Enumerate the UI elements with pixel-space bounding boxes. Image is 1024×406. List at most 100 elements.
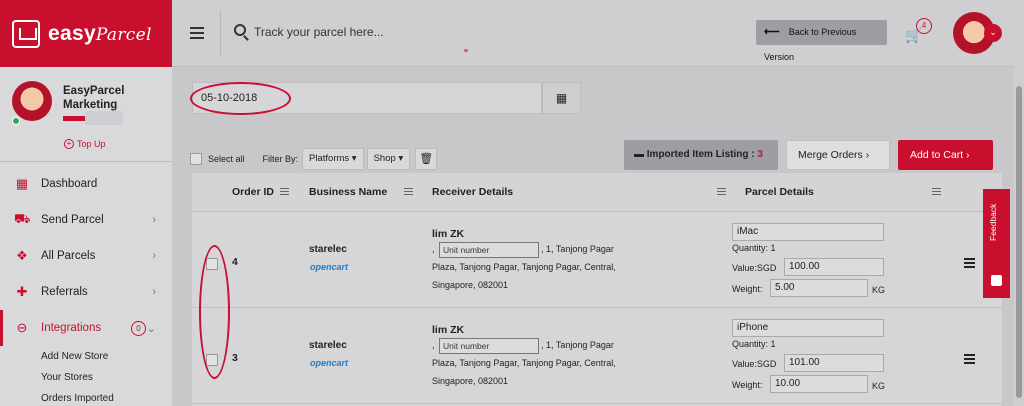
- integrations-count-badge: 0: [131, 320, 146, 336]
- sidebar-subitem-your-stores[interactable]: Your Stores: [0, 367, 172, 388]
- feedback-icon: [991, 275, 1002, 286]
- truck-icon: ⛟: [14, 211, 31, 226]
- sidebar-item-label: All Parcels: [41, 250, 96, 262]
- sidebar-item-dashboard[interactable]: ▦ Dashboard: [0, 166, 172, 202]
- column-header-business-name[interactable]: Business Name: [309, 186, 387, 198]
- divider: [220, 10, 221, 57]
- sidebar-item-referrals[interactable]: ✚ Referrals ›: [0, 274, 172, 310]
- sort-icon[interactable]: [404, 188, 413, 197]
- top-bar: Track your parcel here... ⟵ Back to Previ…: [172, 0, 1024, 67]
- chevron-right-icon: ›: [966, 149, 970, 161]
- value-field[interactable]: 100.00: [784, 258, 884, 276]
- sidebar-item-label: Send Parcel: [41, 214, 104, 226]
- calendar-icon: ▦: [555, 91, 568, 105]
- chevron-right-icon: ›: [152, 214, 156, 226]
- row-menu-icon[interactable]: [964, 258, 975, 270]
- item-name-field[interactable]: iPhone: [732, 319, 884, 337]
- referral-icon: ✚: [16, 284, 28, 299]
- value-label: Value:SGD: [732, 359, 777, 369]
- link-icon: ⊖: [16, 320, 28, 335]
- online-status-icon: [12, 117, 20, 125]
- scrollbar-thumb[interactable]: [1016, 86, 1022, 398]
- calendar-button[interactable]: ▦: [542, 82, 581, 114]
- sidebar-item-label: Dashboard: [41, 178, 98, 190]
- chevron-right-icon: ›: [152, 286, 156, 298]
- opencart-logo: opencart: [310, 358, 349, 368]
- chevron-right-icon: ›: [152, 250, 156, 262]
- sidebar-item-integrations[interactable]: ⊖ Integrations 0 ⌄: [0, 310, 172, 346]
- row-menu-icon[interactable]: [964, 354, 975, 366]
- add-to-cart-label: Add to Cart: [910, 149, 964, 161]
- table-header: Order ID Business Name Receiver Details …: [192, 173, 1002, 212]
- merge-orders-button[interactable]: Merge Orders ›: [786, 140, 890, 170]
- sidebar-item-label: Referrals: [41, 286, 88, 298]
- value-field[interactable]: 101.00: [784, 354, 884, 372]
- receiver-name: lim ZK: [432, 228, 465, 240]
- platforms-dropdown[interactable]: Platforms ▾: [302, 148, 364, 170]
- filter-toolbar: Select all Filter By: Platforms ▾ Shop ▾…: [190, 148, 438, 170]
- chevron-down-icon: ⌄: [146, 322, 156, 335]
- row-checkbox[interactable]: [206, 354, 218, 366]
- search-icon[interactable]: [234, 24, 246, 36]
- opencart-logo: opencart: [310, 262, 349, 272]
- sort-icon[interactable]: [280, 188, 289, 197]
- plus-circle-icon: +: [64, 139, 74, 149]
- cart-count-badge: 4: [916, 18, 932, 34]
- column-header-parcel-details[interactable]: Parcel Details: [745, 186, 814, 198]
- trash-icon[interactable]: 🗑: [415, 148, 438, 170]
- feedback-tab[interactable]: Feedback: [983, 189, 1010, 298]
- receiver-name: lim ZK: [432, 324, 465, 336]
- list-icon: ▬: [634, 149, 644, 160]
- sort-icon[interactable]: [717, 188, 726, 197]
- logo-cube-icon: [12, 19, 40, 48]
- quantity-label: Quantity: 1: [732, 243, 776, 253]
- column-header-order-id[interactable]: Order ID: [232, 186, 274, 198]
- sort-icon[interactable]: [932, 188, 941, 197]
- scrollbar[interactable]: [1014, 38, 1024, 406]
- receiver-address: , Unit number, 1, Tanjong Pagar Plaza, T…: [432, 240, 632, 294]
- logo-bar[interactable]: easyParcel: [0, 0, 172, 67]
- column-header-receiver-details[interactable]: Receiver Details: [432, 186, 513, 198]
- dashboard-icon: ▦: [15, 176, 29, 191]
- order-id: 3: [232, 352, 238, 364]
- feedback-label: Feedback: [988, 203, 998, 241]
- hamburger-menu-icon[interactable]: [190, 27, 204, 42]
- weight-unit: KG: [872, 381, 886, 391]
- weight-field[interactable]: 10.00: [770, 375, 868, 393]
- sidebar-item-all-parcels[interactable]: ❖ All Parcels ›: [0, 238, 172, 274]
- arrow-left-icon: ⟵: [764, 26, 780, 38]
- imported-item-listing-button[interactable]: ▬ Imported Item Listing : 3: [624, 140, 778, 170]
- profile-panel: EasyParcel Marketing + Top Up: [0, 67, 172, 162]
- table-row: 3 starelec opencart lim ZK , Unit number…: [192, 308, 1002, 404]
- unit-number-input[interactable]: Unit number: [439, 337, 540, 354]
- date-filter-field[interactable]: 05-10-2018: [192, 82, 542, 114]
- sidebar-subitem-add-new-store[interactable]: Add New Store: [0, 346, 172, 367]
- quantity-label: Quantity: 1: [732, 339, 776, 349]
- user-dropdown-icon[interactable]: ⌄: [984, 24, 1002, 42]
- track-parcel-input[interactable]: Track your parcel here...: [254, 25, 384, 39]
- shop-dropdown[interactable]: Shop ▾: [366, 148, 411, 170]
- sidebar-subitem-orders-imported[interactable]: Orders Imported: [0, 388, 172, 406]
- receiver-address: , Unit number, 1, Tanjong Pagar Plaza, T…: [432, 336, 632, 390]
- filter-by-label: Filter By:: [262, 154, 299, 164]
- sidebar: easyParcel EasyParcel Marketing + Top Up…: [0, 0, 172, 406]
- sidebar-item-label: Integrations: [41, 322, 102, 334]
- table-row: 4 starelec opencart lim ZK , Unit number…: [192, 212, 1002, 308]
- parcels-icon: ❖: [16, 248, 28, 263]
- unit-number-input[interactable]: Unit number: [439, 241, 540, 258]
- business-name: starelec: [309, 340, 347, 351]
- row-checkbox[interactable]: [206, 258, 218, 270]
- order-id: 4: [232, 256, 238, 268]
- weight-label: Weight:: [732, 284, 763, 294]
- item-name-field[interactable]: iMac: [732, 223, 884, 241]
- select-all-checkbox[interactable]: [190, 153, 202, 165]
- avatar[interactable]: [12, 81, 52, 121]
- back-to-previous-version-button[interactable]: ⟵ Back to Previous Version: [756, 20, 887, 62]
- sidebar-item-send-parcel[interactable]: ⛟ Send Parcel ›: [0, 202, 172, 238]
- weight-label: Weight:: [732, 380, 763, 390]
- weight-field[interactable]: 5.00: [770, 279, 868, 297]
- value-label: Value:SGD: [732, 263, 777, 273]
- brand-logo: easyParcel: [48, 21, 152, 45]
- add-to-cart-button[interactable]: Add to Cart ›: [898, 140, 993, 170]
- topup-link[interactable]: + Top Up: [64, 139, 106, 149]
